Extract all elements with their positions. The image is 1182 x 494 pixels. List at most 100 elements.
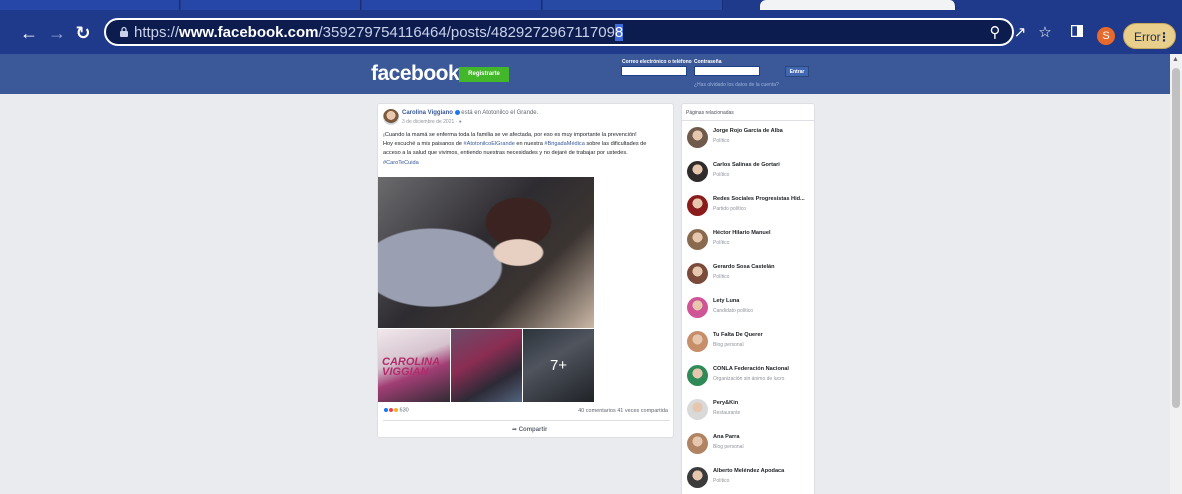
related-page-item[interactable]: CONLA Federación Nacional Organización si… (682, 361, 814, 395)
page-avatar[interactable] (687, 365, 708, 386)
post-text-segment: en nuestra (514, 141, 545, 148)
password-field[interactable] (694, 66, 760, 76)
post-date[interactable]: 3 de diciembre de 2021 · ● (402, 119, 462, 125)
page-name[interactable]: Tu Falta De Querer (713, 332, 813, 338)
page-avatar[interactable] (687, 399, 708, 420)
reload-icon[interactable]: ↻ (72, 22, 94, 44)
author-name[interactable]: Carolina Viggiano (402, 110, 453, 116)
share-page-icon[interactable]: ↗ (1011, 24, 1029, 42)
register-button[interactable]: Registrarte (459, 67, 509, 82)
page-name[interactable]: Redes Sociales Progresistas Hid... (713, 196, 813, 202)
related-page-item[interactable]: Ana Parra Blog personal (682, 429, 814, 463)
photo-grid: CAROLINA VIGGIAN 7+ (378, 177, 594, 402)
page-category: Partido político (713, 206, 747, 212)
care-reaction-icon (393, 407, 399, 413)
more-photos-overlay[interactable]: 7+ (523, 329, 594, 402)
reactions-summary[interactable]: 630 (383, 407, 409, 415)
related-page-item[interactable]: Jorge Rojo García de Alba Político (682, 123, 814, 157)
browser-tab[interactable] (181, 0, 361, 10)
page-avatar[interactable] (687, 161, 708, 182)
error-label: Error (1134, 30, 1161, 44)
post-location: está en Atotonilco el Grande. (461, 110, 539, 117)
url-domain: www.facebook.com (179, 24, 319, 41)
related-page-item[interactable]: Gerardo Sosa Castelán Político (682, 259, 814, 293)
page-name[interactable]: Alberto Meléndez Apodaca (713, 468, 813, 474)
page-category: Blog personal (713, 342, 744, 348)
page-avatar[interactable] (687, 433, 708, 454)
facebook-header: facebook Registrarte Correo electrónico … (0, 54, 1170, 94)
share-button[interactable]: ➦ Compartir (512, 426, 547, 433)
post-header: Carolina Viggiano está en Atotonilco el … (402, 110, 538, 116)
author-avatar[interactable] (383, 109, 399, 125)
browser-tab[interactable] (543, 0, 723, 10)
page-category: Político (713, 240, 730, 246)
error-button[interactable]: Error ⋮ (1123, 23, 1176, 49)
page-avatar[interactable] (687, 263, 708, 284)
post-text-segment: Hoy escuché a mis paisanos de (383, 141, 464, 148)
verified-badge-icon (454, 110, 460, 115)
url-selection: 8 (614, 24, 624, 41)
related-page-item[interactable]: Lety Luna Candidato político (682, 293, 814, 327)
related-pages-title: Páginas relacionadas (686, 110, 734, 116)
forward-arrow-icon[interactable]: → (46, 22, 68, 44)
side-panel-icon[interactable] (1068, 24, 1086, 42)
page-category: Político (713, 478, 730, 484)
bookmark-star-icon[interactable]: ☆ (1036, 24, 1054, 42)
page-avatar[interactable] (687, 297, 708, 318)
page-name[interactable]: Lety Luna (713, 298, 813, 304)
profile-avatar[interactable]: S (1097, 27, 1115, 45)
hashtag-link[interactable]: #AtotonilcoElGrande (464, 141, 515, 147)
browser-tab[interactable] (362, 0, 542, 10)
page-name[interactable]: Ana Parra (713, 434, 813, 440)
page-avatar[interactable] (687, 229, 708, 250)
related-page-item[interactable]: Tu Falta De Querer Blog personal (682, 327, 814, 361)
related-page-item[interactable]: Carlos Salinas de Gortari Político (682, 157, 814, 191)
page-name[interactable]: Jorge Rojo García de Alba (713, 128, 813, 134)
post-date-text: 3 de diciembre de 2021 · (402, 119, 459, 125)
related-page-item[interactable]: Redes Sociales Progresistas Hid... Partid… (682, 191, 814, 225)
related-page-item[interactable]: Alberto Meléndez Apodaca Político (682, 463, 814, 494)
forgot-account-link[interactable]: ¿Has olvidado los datos de la cuenta? (694, 82, 779, 88)
hashtag-link[interactable]: #BrigadaMédica (544, 141, 584, 147)
facebook-logo[interactable]: facebook (371, 62, 460, 86)
hashtag-link[interactable]: #CaroTeCuida (383, 159, 670, 168)
kebab-menu-icon[interactable]: ⋮ (1158, 24, 1170, 50)
page-avatar[interactable] (687, 127, 708, 148)
page-avatar[interactable] (687, 331, 708, 352)
page-category: Blog personal (713, 444, 744, 450)
page-category: Político (713, 172, 730, 178)
page-name[interactable]: Gerardo Sosa Castelán (713, 264, 813, 270)
address-bar[interactable]: https://www.facebook.com/359279754116464… (104, 18, 1014, 46)
page-category: Candidato político (713, 308, 754, 314)
email-label: Correo electrónico o teléfono (622, 59, 692, 65)
post-stats[interactable]: 40 comentarios 41 veces compartida (578, 408, 668, 414)
related-page-item[interactable]: Héctor Hilario Manuel Político (682, 225, 814, 259)
login-button[interactable]: Entrar (785, 66, 809, 77)
scrollbar-thumb[interactable] (1172, 68, 1180, 408)
browser-tab[interactable] (0, 0, 180, 10)
post-text-line: acceso a la salud que vivimos, entiendo … (383, 150, 628, 157)
page-avatar[interactable] (687, 195, 708, 216)
url-text: https://www.facebook.com/359279754116464… (134, 24, 624, 41)
photo-thumbnail[interactable]: 7+ (523, 329, 594, 402)
thumbnail-text: CAROLINA VIGGIAN (382, 356, 440, 378)
photo-thumbnail[interactable]: CAROLINA VIGGIAN (378, 329, 450, 402)
page-avatar[interactable] (687, 467, 708, 488)
main-photo[interactable] (378, 177, 594, 328)
page-name[interactable]: Carlos Salinas de Gortari (713, 162, 813, 168)
email-field[interactable] (621, 66, 687, 76)
photo-thumbnail[interactable] (451, 329, 522, 402)
page-scrollbar[interactable]: ▲ (1170, 54, 1182, 494)
divider (383, 420, 670, 421)
zoom-icon[interactable]: ⚲ (986, 24, 1004, 42)
post-card: Carolina Viggiano está en Atotonilco el … (377, 103, 674, 438)
back-arrow-icon[interactable]: ← (18, 22, 40, 44)
page-category: Político (713, 138, 730, 144)
page-name[interactable]: Pery&Kin (713, 400, 813, 406)
related-page-item[interactable]: Pery&Kin Restaurante (682, 395, 814, 429)
scroll-up-icon[interactable]: ▲ (1172, 56, 1180, 64)
page-name[interactable]: Héctor Hilario Manuel (713, 230, 813, 236)
share-label: Compartir (518, 427, 548, 433)
page-name[interactable]: CONLA Federación Nacional (713, 366, 813, 372)
browser-tab-active[interactable] (760, 0, 956, 10)
